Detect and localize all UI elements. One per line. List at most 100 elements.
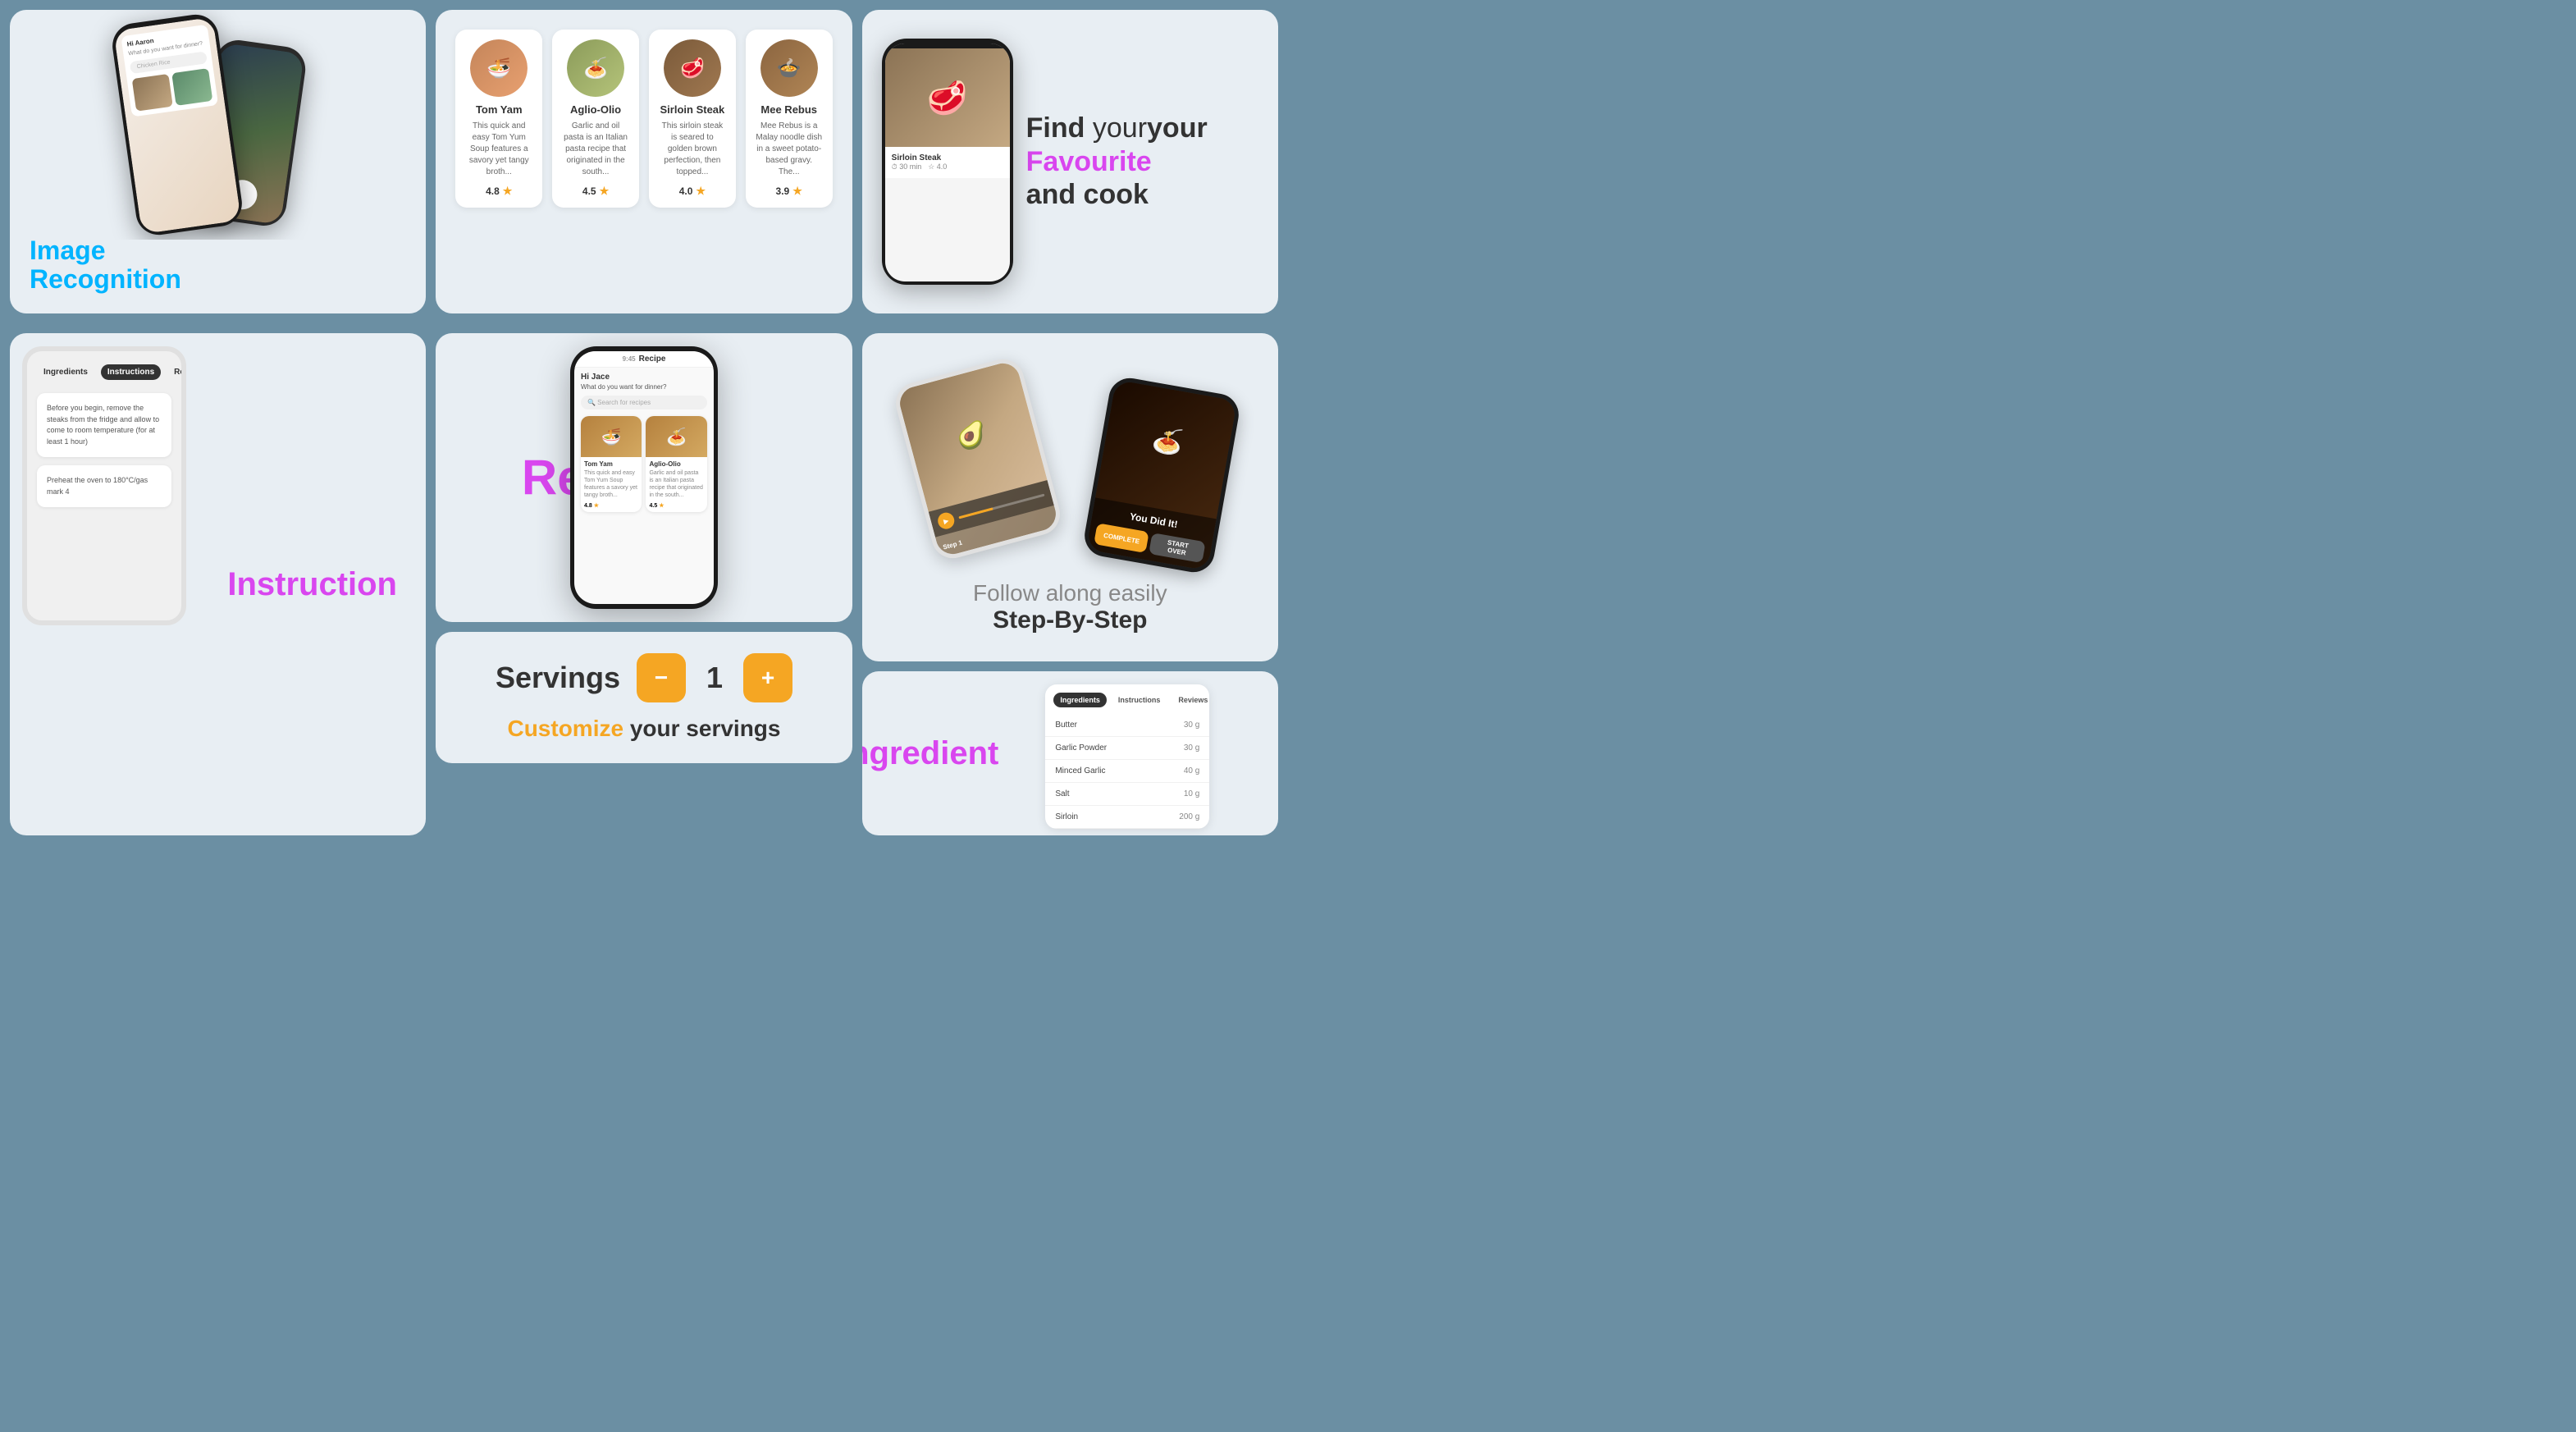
front-food-display: 🍝	[1098, 380, 1238, 503]
instruction-label: Instruction	[199, 333, 426, 835]
rcs-rating-0: 4.8 ★	[581, 502, 642, 512]
follow-front-overlay: You Did It! COMPLETE START OVER	[1086, 497, 1217, 570]
star-icon-3: ★	[792, 185, 802, 198]
right-column: 🥑 ▶ Step 1	[862, 333, 1278, 835]
ingredient-card: Ingredient Ingredients Instructions Revi…	[862, 671, 1278, 835]
center-column: Recipe 9:45 Recipe Hi Jace What do you w…	[436, 333, 852, 835]
rcs-img-0: 🍜	[581, 416, 642, 457]
recipe-cards-row: 🍜 Tom Yam This quick and easy Tom Yum So…	[455, 30, 832, 208]
recipe-desc-0: This quick and easy Tom Yum Soup feature…	[465, 121, 532, 178]
instructions-phone: Ingredients Instructions Reviews Before …	[22, 346, 186, 625]
star-icon-0: ★	[503, 185, 513, 198]
rcs-star-1: ★	[659, 502, 664, 509]
recipe-card-3[interactable]: 🍲 Mee Rebus Mee Rebus is a Malay noodle …	[746, 30, 833, 208]
instructions-phone-content: Ingredients Instructions Reviews Before …	[27, 351, 181, 528]
rcs-name-1: Aglio-Olio	[646, 457, 707, 469]
recipes-grid-card: 🍜 Tom Yam This quick and easy Tom Yum So…	[436, 10, 852, 313]
find-phone-screen: 🥩 Sirloin Steak ⏱ 30 min ☆ 4.0	[885, 43, 1010, 281]
rcs-card-1[interactable]: 🍝 Aglio-Olio Garlic and oil pasta is an …	[646, 416, 707, 512]
instructions-phone-section: Ingredients Instructions Reviews Before …	[10, 333, 199, 835]
image-recognition-card: Hi Aaron What do you want for dinner? Ch…	[10, 10, 426, 313]
follow-along-card: 🥑 ▶ Step 1	[862, 333, 1278, 661]
servings-plus-button[interactable]: +	[743, 653, 792, 702]
recipe-name-3: Mee Rebus	[756, 103, 823, 116]
follow-line2: Step-By-Step	[973, 606, 1167, 634]
rcs-desc-1: Garlic and oil pasta is an Italian pasta…	[646, 469, 707, 502]
recipe-card-1[interactable]: 🍝 Aglio-Olio Garlic and oil pasta is an …	[552, 30, 639, 208]
ingredient-label: Ingredient	[862, 671, 977, 835]
find-food-image: 🥩	[885, 48, 1010, 147]
ingr-tab-instructions[interactable]: Instructions	[1112, 693, 1167, 707]
food-icon-0: 🍜	[470, 39, 528, 97]
start-over-button[interactable]: START OVER	[1149, 533, 1206, 563]
rcs-name-0: Tom Yam	[581, 457, 642, 469]
ingr-tab-ingredients[interactable]: Ingredients	[1053, 693, 1107, 707]
recipe-name-2: Sirloin Steak	[659, 103, 726, 116]
recipe-desc-3: Mee Rebus is a Malay noodle dish in a sw…	[756, 121, 823, 178]
ingredient-tabs: Ingredients Instructions Reviews	[1045, 684, 1209, 714]
tab-ingredients[interactable]: Ingredients	[37, 364, 94, 380]
rcs-greeting: Hi Jace	[574, 368, 714, 383]
servings-minus-button[interactable]: −	[637, 653, 686, 702]
servings-count: 1	[702, 661, 727, 695]
play-button[interactable]: ▶	[936, 510, 956, 530]
recipe-rating-0: 4.8 ★	[465, 185, 532, 198]
rcs-img-1: 🍝	[646, 416, 707, 457]
ingredient-item-2: Minced Garlic 40 g	[1045, 760, 1209, 783]
follow-phone-back: 🥑 ▶ Step 1	[892, 355, 1065, 563]
recipe-card-0[interactable]: 🍜 Tom Yam This quick and easy Tom Yum So…	[455, 30, 542, 208]
follow-text: Follow along easily Step-By-Step	[973, 580, 1167, 634]
find-favourite-word: Favourite	[1026, 145, 1258, 179]
ingredient-item-4: Sirloin 200 g	[1045, 806, 1209, 829]
food-icon-2: 🥩	[664, 39, 721, 97]
servings-card: Servings − 1 + Customize your servings	[436, 632, 852, 763]
find-time: ⏱ 30 min	[892, 162, 922, 172]
rcs-search[interactable]: 🔍 Search for recipes	[581, 396, 707, 409]
food-icon-3: 🍲	[760, 39, 818, 97]
recipe-rating-3: 3.9 ★	[756, 185, 823, 198]
top-row: Hi Aaron What do you want for dinner? Ch…	[10, 10, 1278, 313]
find-phone: 🥩 Sirloin Steak ⏱ 30 min ☆ 4.0	[882, 39, 1013, 285]
instruction-step-2: Preheat the oven to 180°C/gas mark 4	[37, 465, 171, 507]
rcs-food-cards: 🍜 Tom Yam This quick and easy Tom Yum So…	[574, 416, 714, 512]
recipe-desc-1: Garlic and oil pasta is an Italian pasta…	[562, 121, 629, 178]
find-favourite-card: 🥩 Sirloin Steak ⏱ 30 min ☆ 4.0 Find your…	[862, 10, 1278, 313]
servings-label: Servings	[496, 661, 620, 695]
recipe-card-2[interactable]: 🥩 Sirloin Steak This sirloin steak is se…	[649, 30, 736, 208]
recipe-rating-2: 4.0 ★	[659, 185, 726, 198]
find-rating: ☆ 4.0	[928, 162, 947, 172]
customize-text: Customize your servings	[507, 716, 780, 742]
ingr-tab-reviews[interactable]: Reviews	[1172, 693, 1209, 707]
recipe-food-img-1: 🍝	[567, 39, 624, 97]
progress-fill	[959, 507, 993, 519]
ir-line2: Recognition	[30, 265, 181, 294]
ingredient-item-0: Butter 30 g	[1045, 714, 1209, 737]
recipe-food-img-3: 🍲	[760, 39, 818, 97]
ingredient-item-3: Salt 10 g	[1045, 783, 1209, 806]
recipe-desc-2: This sirloin steak is seared to golden b…	[659, 121, 726, 178]
recipe-rating-1: 4.5 ★	[562, 185, 629, 198]
rcs-star-0: ★	[594, 502, 599, 509]
recipe-center-screen: 9:45 Recipe Hi Jace What do you want for…	[574, 351, 714, 604]
rcs-header: 9:45 Recipe	[574, 351, 714, 368]
recipe-name-1: Aglio-Olio	[562, 103, 629, 116]
find-info: Sirloin Steak ⏱ 30 min ☆ 4.0	[885, 147, 1010, 178]
follow-phone-front: 🍝 You Did It! COMPLETE START OVER	[1081, 375, 1242, 575]
tab-reviews[interactable]: Reviews	[167, 364, 186, 380]
rcs-card-0[interactable]: 🍜 Tom Yam This quick and easy Tom Yum So…	[581, 416, 642, 512]
rcs-question: What do you want for dinner?	[574, 383, 714, 396]
tab-instructions[interactable]: Instructions	[101, 364, 161, 380]
recipe-app-card: Recipe 9:45 Recipe Hi Jace What do you w…	[436, 333, 852, 622]
step-label: Step 1	[943, 539, 964, 551]
star-icon-2: ★	[696, 185, 706, 198]
complete-button[interactable]: COMPLETE	[1094, 523, 1150, 553]
bottom-row: Ingredients Instructions Reviews Before …	[10, 333, 1278, 835]
ingredient-phone: Ingredients Instructions Reviews Butter …	[1045, 684, 1209, 829]
recipe-food-img-0: 🍜	[470, 39, 528, 97]
find-meta: ⏱ 30 min ☆ 4.0	[892, 162, 1003, 172]
recipe-center-phone: 9:45 Recipe Hi Jace What do you want for…	[570, 346, 718, 609]
instructions-card: Ingredients Instructions Reviews Before …	[10, 333, 426, 835]
find-title-line1: Find youryour	[1026, 112, 1258, 145]
image-recognition-label: Image Recognition	[30, 236, 181, 294]
follow-front-screen: 🍝 You Did It! COMPLETE START OVER	[1086, 380, 1237, 571]
